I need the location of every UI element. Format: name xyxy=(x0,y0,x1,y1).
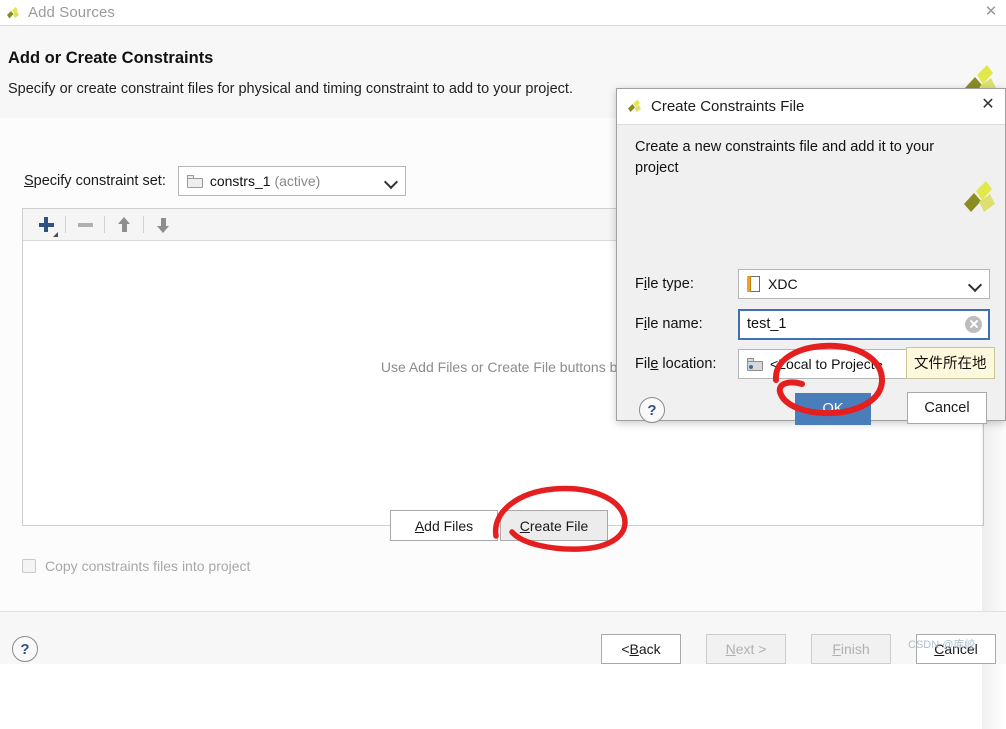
finish-button: Finish xyxy=(811,634,891,664)
watermark-text: CSDN @库峧 xyxy=(908,639,976,651)
next-button: Next > xyxy=(706,634,786,664)
dialog-ok-button[interactable]: OK xyxy=(795,393,871,425)
dialog-body-logo-icon xyxy=(961,180,997,221)
file-name-label-prefix: F xyxy=(635,316,644,332)
constraint-set-row: Specify constraint set: constrs_1 (activ… xyxy=(24,166,406,196)
constraint-set-value-text: constrs_1 xyxy=(209,173,271,189)
file-type-value: XDC xyxy=(768,276,798,292)
file-location-tooltip: 文件所在地 xyxy=(906,347,995,379)
minus-icon xyxy=(77,222,93,227)
question-mark-icon: ? xyxy=(12,636,38,662)
back-label: ack xyxy=(638,641,661,657)
file-location-label-rest: location: xyxy=(658,356,717,372)
toolbar-divider xyxy=(104,216,105,233)
file-name-label: File name: xyxy=(635,316,738,332)
chevron-down-icon xyxy=(969,277,983,291)
page-title: Add or Create Constraints xyxy=(8,49,214,67)
next-label: ext > xyxy=(735,641,767,657)
chevron-down-icon xyxy=(385,174,399,188)
add-files-button[interactable]: Add Files xyxy=(390,510,498,541)
folder-icon xyxy=(747,357,763,371)
file-name-value: test_1 xyxy=(747,316,787,332)
dialog-button-bar: ? OK Cancel xyxy=(617,391,1006,431)
copy-constraints-checkbox[interactable] xyxy=(22,559,36,573)
back-button[interactable]: < Back xyxy=(601,634,681,664)
question-mark-icon: ? xyxy=(639,397,665,423)
file-location-label-prefix: Fil xyxy=(635,356,651,372)
file-name-input[interactable]: test_1 xyxy=(738,308,990,340)
back-accel: B xyxy=(629,641,639,657)
constraint-set-value: constrs_1 (active) xyxy=(210,173,377,189)
finish-accel: F xyxy=(832,641,841,657)
toolbar-divider xyxy=(143,216,144,233)
constraint-set-label-rest: pecify constraint set: xyxy=(33,173,166,189)
remove-source-button[interactable] xyxy=(70,212,100,238)
file-location-label: File location: xyxy=(635,356,738,372)
file-name-label-rest: le name: xyxy=(647,316,703,332)
page-subtitle: Specify or create constraint files for p… xyxy=(8,81,573,97)
file-name-row: File name: test_1 xyxy=(635,308,990,340)
dialog-help-button[interactable]: ? xyxy=(639,397,665,423)
file-type-label: File type: xyxy=(635,276,738,292)
dialog-xilinx-logo-icon xyxy=(627,99,642,114)
file-action-buttons: Add Files Create File xyxy=(390,510,608,541)
dialog-title-text: Create Constraints File xyxy=(651,98,805,115)
dialog-cancel-button[interactable]: Cancel xyxy=(907,392,987,424)
xilinx-logo-icon xyxy=(6,6,20,20)
toolbar-divider xyxy=(65,216,66,233)
constraint-set-combo[interactable]: constrs_1 (active) xyxy=(177,166,406,196)
add-source-button[interactable] xyxy=(31,212,61,238)
file-type-label-prefix: F xyxy=(635,276,644,292)
folder-icon xyxy=(186,174,203,188)
dialog-title-bar: Create Constraints File ✕ xyxy=(617,89,1005,125)
file-type-row: File type: XDC xyxy=(635,269,990,299)
copy-constraints-label: Copy constraints files into project xyxy=(45,558,251,574)
dialog-close-icon[interactable]: ✕ xyxy=(979,95,997,115)
constraint-set-label: Specify constraint set: xyxy=(24,173,166,189)
window-close-icon[interactable]: ✕ xyxy=(982,2,1000,22)
add-files-label: dd Files xyxy=(424,517,474,534)
wizard-help-button[interactable]: ? xyxy=(12,636,38,662)
constraint-set-accel: S xyxy=(24,173,34,189)
dialog-description: Create a new constraints file and add it… xyxy=(635,139,935,176)
arrow-down-icon xyxy=(156,217,170,233)
constraint-set-active-suffix: (active) xyxy=(274,173,321,189)
add-files-accel: A xyxy=(414,517,425,534)
move-down-button[interactable] xyxy=(148,212,178,238)
window-title-text: Add Sources xyxy=(28,4,115,21)
create-file-label: reate File xyxy=(529,517,589,534)
finish-label: inish xyxy=(840,641,870,657)
copy-constraints-row[interactable]: Copy constraints files into project xyxy=(22,558,250,574)
back-prefix: < xyxy=(621,641,630,657)
file-type-combo[interactable]: XDC xyxy=(738,269,990,299)
create-file-button[interactable]: Create File xyxy=(500,510,608,541)
next-accel: N xyxy=(725,641,736,657)
arrow-up-icon xyxy=(117,216,131,233)
xdc-file-icon xyxy=(747,276,760,292)
create-file-accel: C xyxy=(519,517,530,534)
move-up-button[interactable] xyxy=(109,212,139,238)
file-type-label-rest: le type: xyxy=(647,276,694,292)
plus-icon xyxy=(38,216,58,237)
clear-icon[interactable] xyxy=(965,315,982,333)
window-title-bar: Add Sources ✕ xyxy=(0,0,1006,25)
